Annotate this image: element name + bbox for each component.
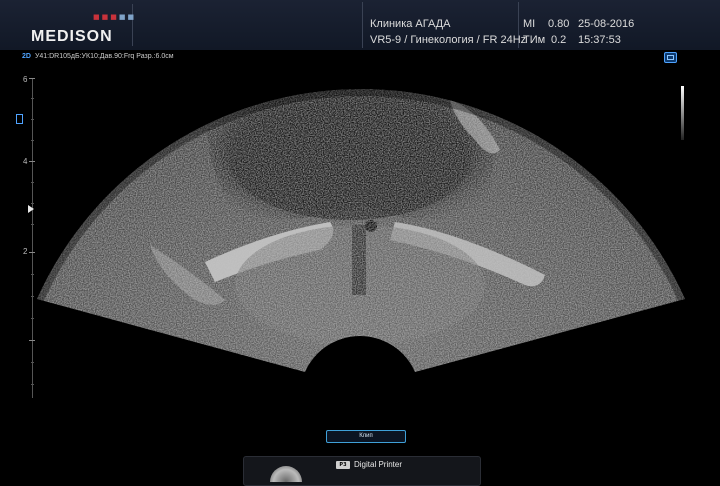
exam-time: 15:37:53 — [578, 34, 621, 46]
depth-tick — [31, 224, 34, 225]
depth-tick — [31, 140, 34, 141]
depth-label-4: 4 — [23, 157, 28, 166]
imaging-parameters: 2D У41:DR105дБ:УК10:Дав.90:Frq Разр.:6.0с… — [22, 53, 174, 60]
header-bar: ■■■■■ MEDISON Клиника АГАДА VR5-9 / Гине… — [0, 0, 720, 50]
depth-tick — [29, 340, 35, 341]
depth-tick — [31, 296, 34, 297]
depth-scale-line — [32, 78, 33, 398]
scale-indicator-box — [16, 114, 23, 124]
mi-value: 0.80 — [548, 18, 570, 30]
parameter-text: У41:DR105дБ:УК10:Дав.90:Frq Разр.:6.0см — [34, 53, 174, 60]
clip-button[interactable]: Клип — [326, 430, 406, 443]
depth-tick — [31, 98, 34, 99]
medison-logo: ■■■■■ MEDISON — [4, 4, 136, 46]
probe-preset: VR5-9 / Гинекология / FR 24Hz — [370, 34, 527, 46]
depth-tick — [29, 161, 35, 162]
depth-tick — [31, 119, 34, 120]
brand-name: MEDISON — [31, 28, 113, 45]
depth-tick — [31, 362, 34, 363]
screen-mode-icon[interactable] — [664, 52, 677, 63]
printer-badge: P3 — [336, 461, 350, 469]
depth-tick — [29, 252, 35, 253]
ultrasound-image — [37, 89, 685, 373]
grayscale-bar — [681, 86, 684, 140]
depth-label-2: 2 — [23, 247, 28, 256]
exam-date: 25-08-2016 — [578, 18, 635, 30]
depth-tick — [31, 203, 34, 204]
tim-value: 0.2 — [551, 34, 567, 46]
focus-marker-icon[interactable] — [28, 205, 34, 213]
depth-tick — [31, 274, 34, 275]
digital-printer-label[interactable]: Digital Printer — [354, 460, 402, 469]
mode-indicator[interactable]: 2D — [22, 53, 31, 60]
depth-tick — [31, 318, 34, 319]
depth-tick — [29, 78, 35, 79]
header-divider — [362, 2, 363, 48]
logo-dots: ■■■■■ — [93, 13, 136, 21]
tim-label: ТИм — [523, 34, 546, 46]
print-panel: P3 Digital Printer — [243, 456, 481, 486]
clinic-name: Клиника АГАДА — [370, 18, 451, 30]
depth-tick — [31, 384, 34, 385]
depth-scale: 6 4 2 — [23, 75, 40, 398]
depth-label-6: 6 — [23, 75, 28, 84]
depth-tick — [31, 182, 34, 183]
mi-label: MI — [523, 18, 536, 30]
